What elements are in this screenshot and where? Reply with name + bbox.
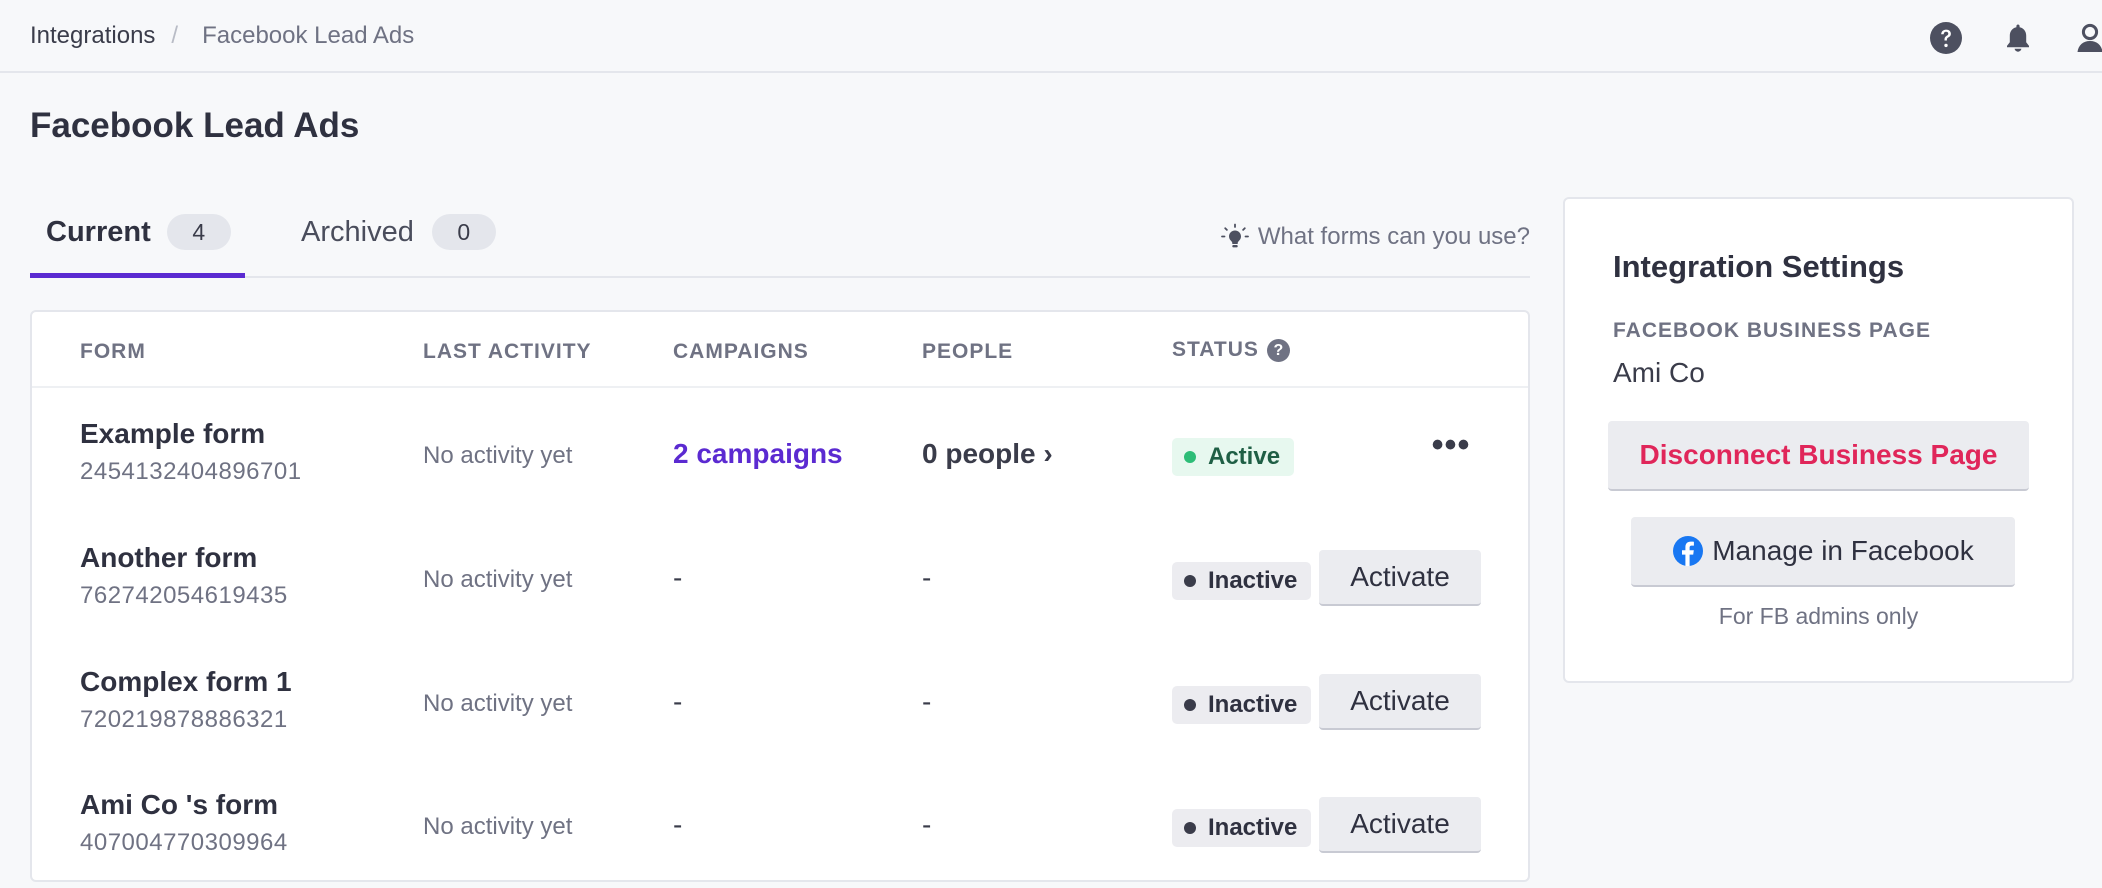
status-dot <box>1184 822 1196 834</box>
tab-bar: Current 4 Archived 0 What forms can you … <box>30 200 1530 278</box>
activate-button[interactable]: Activate <box>1319 674 1481 730</box>
status-dot <box>1184 575 1196 587</box>
column-header-status: STATUS ? <box>1172 338 1290 362</box>
status-badge: Inactive <box>1172 809 1312 847</box>
status-dot <box>1184 699 1196 711</box>
activate-button[interactable]: Activate <box>1319 797 1481 853</box>
campaigns-value: - <box>673 686 683 717</box>
form-name[interactable]: Ami Co 's form <box>80 789 278 821</box>
form-name[interactable]: Another form <box>80 542 257 574</box>
business-page-value: Ami Co <box>1613 357 1705 388</box>
manage-in-facebook-label: Manage in Facebook <box>1712 535 1974 566</box>
integration-settings-panel: Integration Settings FACEBOOK BUSINESS P… <box>1563 197 2074 683</box>
table-row: Another form 762742054619435 No activity… <box>32 516 1528 640</box>
tab-current[interactable]: Current 4 <box>30 214 245 278</box>
bell-icon[interactable] <box>2000 20 2036 56</box>
form-name[interactable]: Complex form 1 <box>80 666 292 698</box>
form-id: 720219878886321 <box>80 706 288 733</box>
business-page-label: FACEBOOK BUSINESS PAGE <box>1613 319 1931 342</box>
people-link[interactable]: 0 people › <box>922 438 1053 470</box>
tab-archived-label: Archived <box>301 216 414 248</box>
people-value: - <box>922 809 932 840</box>
breadcrumb-integrations-link[interactable]: Integrations <box>30 22 155 50</box>
form-id: 407004770309964 <box>80 829 288 856</box>
table-row: Complex form 1 720219878886321 No activi… <box>32 640 1528 764</box>
status-badge: Active <box>1172 438 1295 476</box>
forms-help-link[interactable]: What forms can you use? <box>1220 222 1530 252</box>
tab-archived[interactable]: Archived 0 <box>301 214 496 276</box>
form-name[interactable]: Example form <box>80 418 265 450</box>
tab-current-count: 4 <box>166 214 231 250</box>
table-header-divider <box>32 386 1528 388</box>
form-id: 762742054619435 <box>80 582 288 609</box>
last-activity: No activity yet <box>423 813 573 840</box>
disconnect-business-page-button[interactable]: Disconnect Business Page <box>1608 421 2029 491</box>
activate-button[interactable]: Activate <box>1319 550 1481 606</box>
status-help-icon[interactable]: ? <box>1266 338 1290 362</box>
page-title: Facebook Lead Ads <box>30 106 360 145</box>
forms-help-label: What forms can you use? <box>1257 223 1530 250</box>
tab-current-label: Current <box>46 216 151 248</box>
column-header-status-label: STATUS <box>1172 338 1259 361</box>
manage-in-facebook-button[interactable]: Manage in Facebook <box>1631 517 2015 587</box>
column-header-people: PEOPLE <box>922 340 1014 363</box>
breadcrumb: Integrations / Facebook Lead Ads <box>30 22 414 50</box>
form-id: 2454132404896701 <box>80 458 302 485</box>
settings-title: Integration Settings <box>1613 249 1905 284</box>
status-badge: Inactive <box>1172 686 1312 724</box>
top-bar: Integrations / Facebook Lead Ads <box>0 0 2102 73</box>
user-icon[interactable] <box>2072 20 2102 56</box>
last-activity: No activity yet <box>423 566 573 593</box>
lightbulb-icon <box>1220 223 1249 248</box>
campaigns-value: - <box>673 809 683 840</box>
status-dot <box>1184 451 1196 463</box>
breadcrumb-separator: / <box>171 22 179 49</box>
status-label: Active <box>1208 443 1281 470</box>
more-options-icon[interactable]: ••• <box>1428 428 1474 472</box>
people-value: - <box>922 562 932 593</box>
last-activity: No activity yet <box>423 442 573 469</box>
column-header-form: FORM <box>80 340 146 363</box>
column-header-campaigns: CAMPAIGNS <box>673 340 809 363</box>
status-label: Inactive <box>1208 567 1298 594</box>
breadcrumb-current: Facebook Lead Ads <box>202 22 415 49</box>
status-label: Inactive <box>1208 814 1298 841</box>
facebook-icon <box>1673 536 1704 566</box>
table-row: Ami Co 's form 407004770309964 No activi… <box>32 763 1528 887</box>
help-icon[interactable] <box>1928 20 1964 56</box>
fb-admins-note: For FB admins only <box>1718 603 1919 629</box>
campaigns-link[interactable]: 2 campaigns <box>673 438 843 470</box>
status-badge: Inactive <box>1172 562 1312 600</box>
status-label: Inactive <box>1208 691 1298 718</box>
column-header-last-activity: LAST ACTIVITY <box>423 340 592 363</box>
last-activity: No activity yet <box>423 690 573 717</box>
people-value: - <box>922 686 932 717</box>
table-row: Example form 2454132404896701 No activit… <box>32 392 1528 516</box>
tab-archived-count: 0 <box>431 214 496 250</box>
forms-table: FORM LAST ACTIVITY CAMPAIGNS PEOPLE STAT… <box>30 310 1530 882</box>
campaigns-value: - <box>673 562 683 593</box>
